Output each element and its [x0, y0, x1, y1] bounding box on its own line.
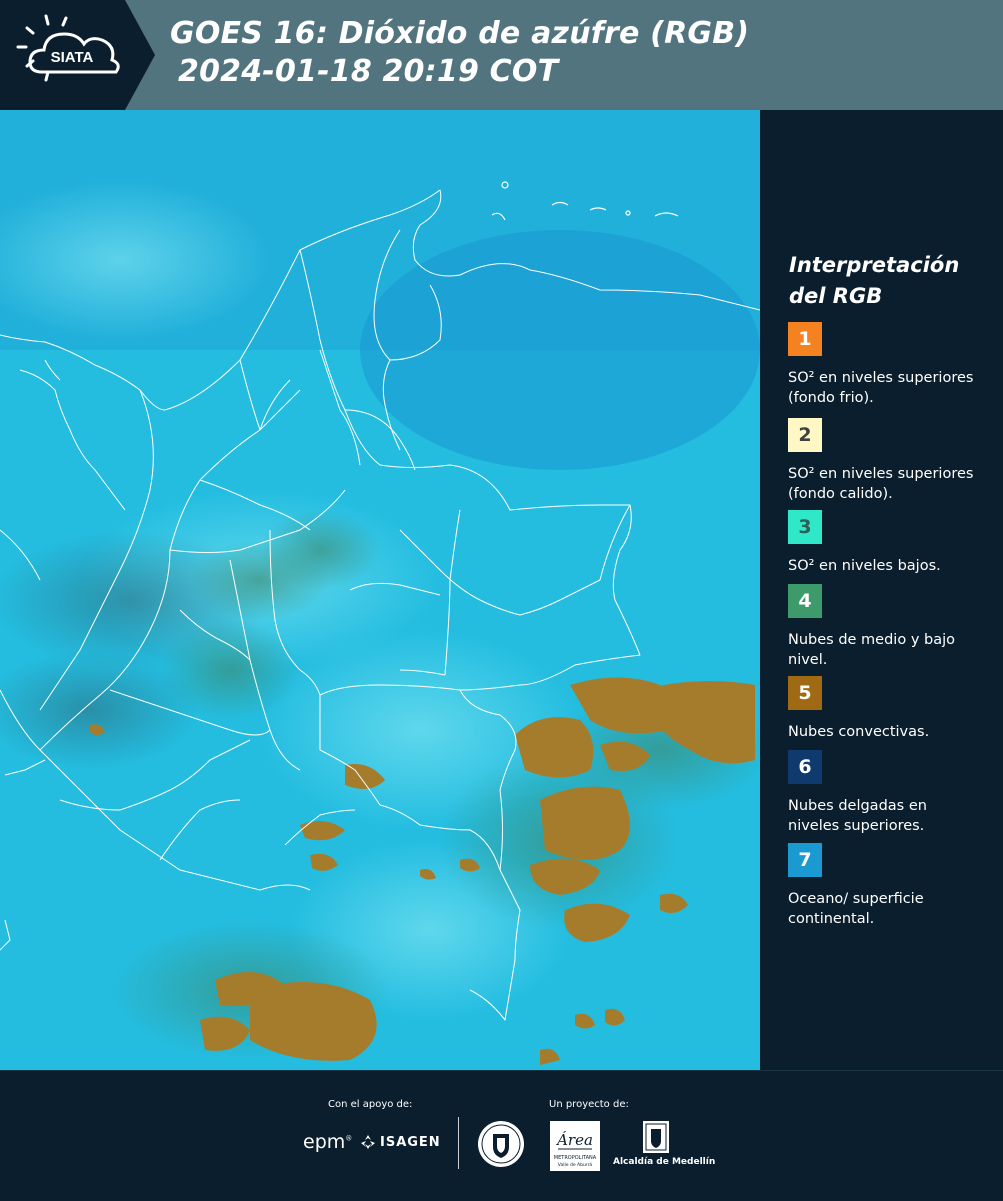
footer-divider: [458, 1117, 459, 1169]
isagen-logo[interactable]: ISAGEN: [360, 1134, 441, 1150]
legend-item-label: SO² en niveles bajos.: [788, 558, 941, 574]
legend-item-7: 7 Oceano/ superficie continental.: [788, 843, 978, 929]
legend-item-6: 6 Nubes delgadas en niveles superiores.: [788, 750, 978, 836]
legend-item-label: SO² en niveles superiores (fondo calido)…: [788, 466, 974, 502]
legend-item-2: 2 SO² en niveles superiores (fondo calid…: [788, 418, 978, 504]
legend-item-label: Oceano/ superficie continental.: [788, 891, 924, 927]
siata-logo[interactable]: SIATA: [0, 0, 155, 110]
rgb-legend-panel: Interpretación del RGB 1 SO² en niveles …: [760, 110, 1003, 1070]
seal-icon: [478, 1121, 524, 1167]
legend-swatch: 5: [788, 676, 822, 710]
satellite-map[interactable]: [0, 110, 760, 1070]
legend-item-label: Nubes delgadas en niveles superiores.: [788, 798, 927, 834]
legend-item-5: 5 Nubes convectivas.: [788, 676, 978, 742]
isagen-icon: [361, 1135, 375, 1149]
alcaldia-text: Alcaldía de Medellín: [613, 1157, 716, 1167]
legend-swatch: 4: [788, 584, 822, 618]
project-label: Un proyecto de:: [549, 1099, 629, 1110]
svg-text:Área: Área: [555, 1131, 593, 1149]
medellin-seal-logo[interactable]: [476, 1119, 526, 1173]
legend-item-1: 1 SO² en niveles superiores (fondo frio)…: [788, 322, 978, 408]
legend-item-3: 3 SO² en niveles bajos.: [788, 510, 978, 576]
legend-item-label: Nubes convectivas.: [788, 724, 930, 740]
legend-swatch: 2: [788, 418, 822, 452]
legend-item-4: 4 Nubes de medio y bajo nivel.: [788, 584, 978, 670]
legend-swatch: 1: [788, 322, 822, 356]
support-label: Con el apoyo de:: [328, 1099, 413, 1110]
siata-logo-text: SIATA: [51, 49, 94, 66]
epm-logo[interactable]: epm®: [303, 1131, 352, 1153]
legend-swatch: 3: [788, 510, 822, 544]
svg-text:Valle de Aburrá: Valle de Aburrá: [558, 1161, 593, 1168]
alcaldia-medellin-logo[interactable]: Alcaldía de Medellín: [613, 1117, 715, 1167]
legend-item-label: Nubes de medio y bajo nivel.: [788, 632, 955, 668]
header-bar: SIATA GOES 16: Dióxido de azúfre (RGB) 2…: [0, 0, 1003, 110]
page-timestamp: 2024-01-18 20:19 COT: [178, 54, 559, 89]
legend-swatch: 6: [788, 750, 822, 784]
legend-swatch: 7: [788, 843, 822, 877]
footer: Con el apoyo de: Un proyecto de: epm® IS…: [0, 1070, 1003, 1201]
legend-item-label: SO² en niveles superiores (fondo frio).: [788, 370, 974, 406]
area-metropolitana-logo[interactable]: Área METROPOLITANA Valle de Aburrá: [550, 1121, 600, 1175]
svg-text:METROPOLITANA: METROPOLITANA: [554, 1155, 597, 1161]
page-title: GOES 16: Dióxido de azúfre (RGB): [170, 16, 750, 51]
legend-title: Interpretación del RGB: [789, 253, 960, 308]
